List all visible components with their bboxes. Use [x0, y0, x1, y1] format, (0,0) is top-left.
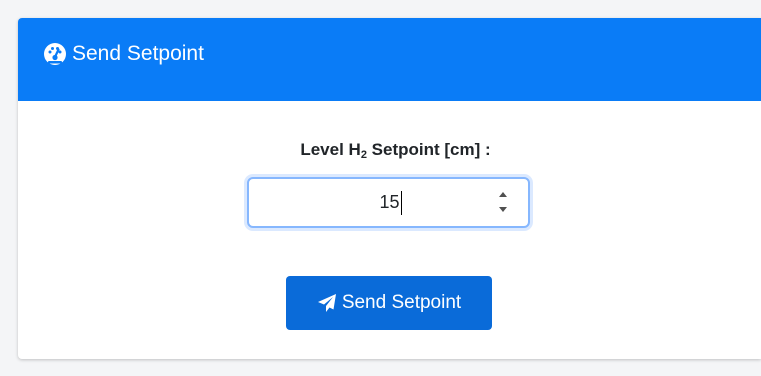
label-prefix: Level H	[300, 140, 361, 159]
number-stepper[interactable]	[495, 189, 511, 215]
send-setpoint-button[interactable]: Send Setpoint	[286, 276, 492, 330]
stepper-down-icon[interactable]	[495, 203, 511, 215]
setpoint-card: Send Setpoint Level H2 Setpoint [cm] : 1…	[18, 18, 761, 359]
card-title: Send Setpoint	[72, 41, 204, 65]
card-header: Send Setpoint	[18, 18, 761, 101]
setpoint-input[interactable]: 15	[247, 177, 530, 228]
setpoint-label: Level H2 Setpoint [cm] :	[18, 140, 761, 161]
stepper-up-icon[interactable]	[495, 189, 511, 201]
text-caret	[400, 191, 402, 216]
tachometer-icon	[43, 42, 67, 66]
label-suffix: Setpoint [cm] :	[366, 140, 491, 159]
setpoint-value: 15	[379, 192, 400, 212]
send-button-label: Send Setpoint	[341, 292, 462, 313]
paper-plane-icon	[317, 293, 337, 313]
card-body: Level H2 Setpoint [cm] : 15 Send Setpoin…	[18, 101, 761, 359]
setpoint-value-display[interactable]: 15	[249, 179, 532, 226]
